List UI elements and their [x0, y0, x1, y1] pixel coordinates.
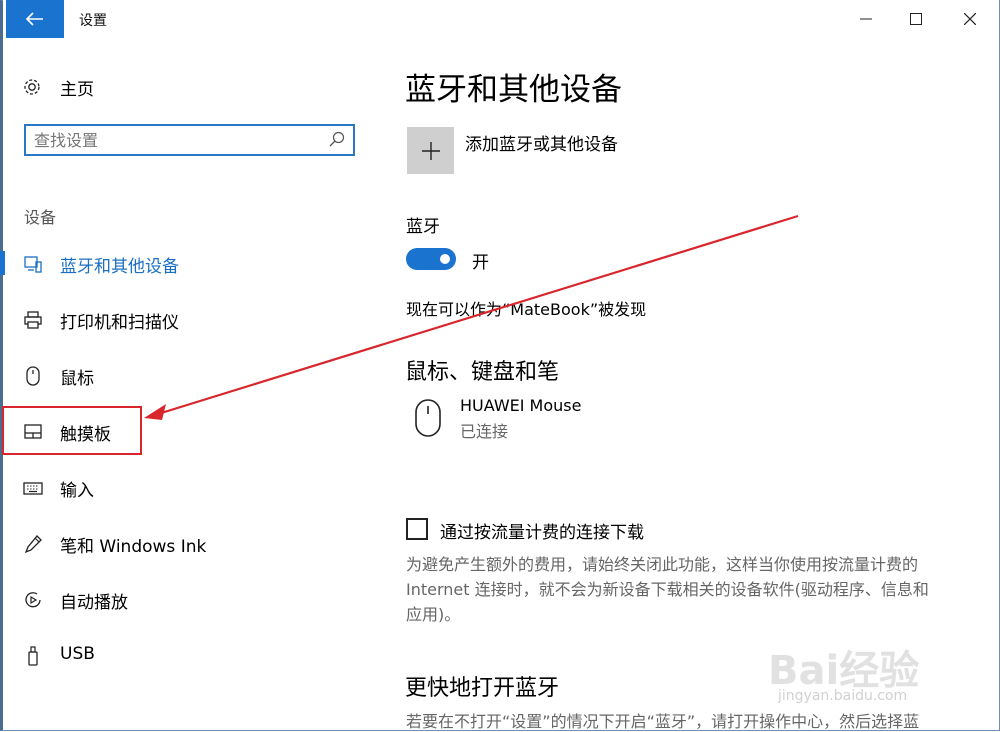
autoplay-icon — [22, 589, 44, 611]
watermark-url: jingyan.baidu.com — [778, 688, 908, 704]
mouse-icon — [22, 365, 44, 387]
bluetooth-state-label: 开 — [472, 253, 489, 273]
sidebar-item-usb[interactable]: USB — [0, 635, 370, 675]
discoverable-text: 现在可以作为“MateBook”被发现 — [406, 300, 647, 319]
sidebar-home[interactable]: 主页 — [22, 72, 94, 102]
printer-icon — [22, 309, 44, 331]
metered-label[interactable]: 通过按流量计费的连接下载 — [440, 518, 644, 543]
maximize-button[interactable] — [893, 0, 939, 38]
sidebar-item-label: 鼠标 — [60, 369, 94, 389]
sidebar-item-label: 打印机和扫描仪 — [60, 313, 179, 333]
toggle-knob — [440, 254, 450, 264]
window-title: 设置 — [79, 13, 107, 29]
metered-description: 为避免产生额外的费用，请始终关闭此功能，这样当你使用按流量计费的 Interne… — [406, 555, 929, 624]
minimize-icon — [860, 18, 872, 20]
title-bar: 设置 — [3, 0, 999, 38]
search-input[interactable] — [34, 130, 314, 150]
search-icon — [329, 131, 345, 147]
bluetooth-toggle[interactable] — [406, 248, 456, 270]
close-button[interactable] — [947, 0, 993, 38]
bluetooth-label: 蓝牙 — [406, 217, 440, 237]
sidebar-item-mouse[interactable]: 鼠标 — [0, 355, 370, 395]
sidebar-item-pen[interactable]: 笔和 Windows Ink — [0, 523, 370, 563]
pen-icon — [22, 533, 44, 555]
keyboard-icon — [22, 477, 44, 499]
sidebar-item-typing[interactable]: 输入 — [0, 467, 370, 507]
device-status: 已连接 — [460, 422, 509, 441]
sidebar-item-label: 笔和 Windows Ink — [60, 537, 207, 557]
bluetooth-devices-icon — [22, 253, 44, 275]
maximize-icon — [910, 13, 922, 25]
sidebar-item-autoplay[interactable]: 自动播放 — [0, 579, 370, 619]
plus-icon — [421, 141, 440, 160]
active-indicator — [0, 251, 5, 275]
add-device-button[interactable] — [407, 127, 454, 174]
mouse-keyboard-pen-heading: 鼠标、键盘和笔 — [405, 360, 560, 385]
device-item[interactable]: HUAWEI Mouse 已连接 — [406, 396, 726, 444]
sidebar-item-label: 自动播放 — [60, 593, 128, 613]
close-icon — [964, 13, 976, 25]
search-box[interactable] — [24, 124, 355, 156]
metered-checkbox[interactable] — [406, 518, 428, 540]
back-arrow-icon — [26, 12, 43, 26]
quick-bluetooth-heading: 更快地打开蓝牙 — [405, 676, 560, 701]
home-label: 主页 — [60, 79, 94, 100]
back-button[interactable] — [6, 0, 64, 38]
sidebar-item-label: 蓝牙和其他设备 — [60, 257, 179, 277]
sidebar-item-bluetooth[interactable]: 蓝牙和其他设备 — [0, 243, 370, 283]
minimize-button[interactable] — [843, 0, 889, 38]
mouse-icon — [415, 399, 441, 437]
sidebar-item-label: 输入 — [60, 481, 94, 501]
annotation-highlight-box — [2, 406, 142, 455]
usb-icon — [22, 645, 44, 667]
add-device-label[interactable]: 添加蓝牙或其他设备 — [465, 130, 618, 155]
sidebar-item-label: USB — [60, 644, 95, 664]
quick-bluetooth-description: 若要在不打开“设置”的情况下开启“蓝牙”，请打开操作中心，然后选择蓝 — [406, 712, 920, 731]
sidebar-section-label: 设备 — [24, 208, 57, 227]
page-title: 蓝牙和其他设备 — [405, 72, 622, 108]
sidebar-item-printers[interactable]: 打印机和扫描仪 — [0, 299, 370, 339]
device-name: HUAWEI Mouse — [460, 396, 582, 415]
gear-icon — [24, 79, 40, 95]
